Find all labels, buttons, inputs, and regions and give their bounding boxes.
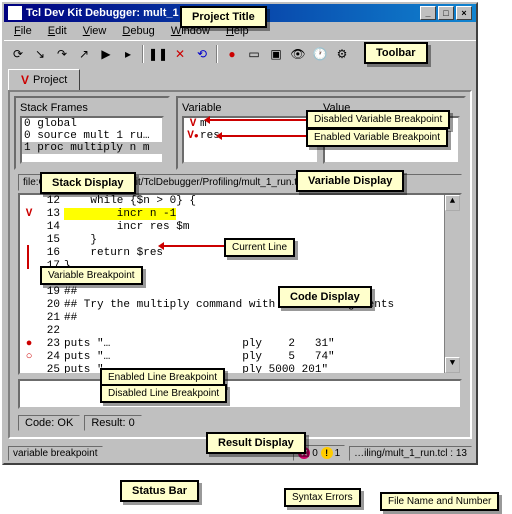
line-number: 12 xyxy=(38,195,60,208)
callout-disabled-vbp: Disabled Variable Breakpoint xyxy=(306,110,450,129)
history-icon[interactable]: 🕐 xyxy=(310,44,330,64)
arrow xyxy=(160,245,224,247)
line-number: 23 xyxy=(38,338,60,351)
vbp-disabled-icon: V xyxy=(186,118,200,130)
line-number: 24 xyxy=(38,351,60,364)
arrow-line xyxy=(27,245,29,269)
line-number: 20 xyxy=(38,299,60,312)
line-number: 14 xyxy=(38,221,60,234)
line-number: 21 xyxy=(38,312,60,325)
line-number: 22 xyxy=(38,325,60,338)
status-vbp: variable breakpoint xyxy=(8,446,103,461)
callout-current-line: Current Line xyxy=(224,238,295,257)
stack-row[interactable]: 0 source mult 1 ru… xyxy=(22,130,162,142)
menu-file[interactable]: File xyxy=(6,23,40,39)
code-line[interactable]: incr res $m xyxy=(64,221,444,234)
line-number: 15 xyxy=(38,234,60,247)
scroll-down-icon[interactable]: ▼ xyxy=(445,357,460,373)
code-line[interactable]: puts "… ply 2 31" xyxy=(64,338,444,351)
status-file: …iling/mult_1_run.tcl : 13 xyxy=(349,446,472,461)
line-number: 25 xyxy=(38,364,60,375)
status-result: Result: 0 xyxy=(84,415,141,431)
gutter-bp-disabled-icon[interactable]: ○ xyxy=(20,351,38,364)
callout-syntax-errors: Syntax Errors xyxy=(284,488,361,507)
stack-list[interactable]: 0 global 0 source mult 1 ru… 1 proc mult… xyxy=(20,116,164,164)
line-number: 13 xyxy=(38,208,60,221)
callout-variable-display: Variable Display xyxy=(296,170,404,192)
continue-icon[interactable]: ▸ xyxy=(118,44,138,64)
arrow xyxy=(206,119,306,121)
step-over-icon[interactable]: ↷ xyxy=(52,44,72,64)
scroll-up-icon[interactable]: ▲ xyxy=(445,195,460,211)
vbp-enabled-icon: V● xyxy=(186,130,200,142)
callout-enabled-vbp: Enabled Variable Breakpoint xyxy=(306,128,448,147)
step-into-icon[interactable]: ↘ xyxy=(30,44,50,64)
code-line[interactable]: incr n -1 xyxy=(64,208,444,221)
debugger-window: Tcl Dev Kit Debugger: mult_1 _ □ × File … xyxy=(2,2,478,465)
var-header: Variable xyxy=(182,102,319,114)
run-to-icon[interactable]: ▶ xyxy=(96,44,116,64)
callout-file-line: File Name and Number xyxy=(380,492,499,511)
callout-vbp: Variable Breakpoint xyxy=(40,266,143,285)
minimize-button[interactable]: _ xyxy=(420,6,436,20)
step-out-icon[interactable]: ↗ xyxy=(74,44,94,64)
code-line[interactable]: ## xyxy=(64,312,444,325)
status-code: Code: OK xyxy=(18,415,80,431)
vscrollbar[interactable]: ▲ ▼ xyxy=(444,195,460,373)
callout-stack-display: Stack Display xyxy=(40,172,136,194)
maximize-button[interactable]: □ xyxy=(438,6,454,20)
stack-row[interactable]: 1 proc multiply n m xyxy=(22,142,162,154)
gutter-vbp-icon[interactable]: V xyxy=(20,208,38,221)
stack-row[interactable]: 0 global xyxy=(22,118,162,130)
code-line[interactable]: puts "… ply 5 74" xyxy=(64,351,444,364)
tab-label: Project xyxy=(33,74,67,86)
code-line[interactable]: ## xyxy=(64,286,444,299)
watch-icon[interactable]: 👁 xyxy=(288,44,308,64)
record-icon[interactable]: ● xyxy=(222,44,242,64)
menu-edit[interactable]: Edit xyxy=(40,23,75,39)
tab-strip: V Project xyxy=(4,67,476,90)
arrow xyxy=(218,135,306,137)
gutter[interactable]: V ●○ xyxy=(20,195,38,373)
pause-icon[interactable]: ❚❚ xyxy=(148,44,168,64)
restart-icon[interactable]: ⟲ xyxy=(192,44,212,64)
menu-view[interactable]: View xyxy=(75,23,115,39)
callout-disabled-lbp: Disabled Line Breakpoint xyxy=(100,384,227,403)
status-row: Code: OK Result: 0 xyxy=(14,413,466,433)
gear-icon[interactable]: ⚙ xyxy=(332,44,352,64)
stack-header: Stack Frames xyxy=(20,102,164,114)
line-number: 16 xyxy=(38,247,60,260)
menu-debug[interactable]: Debug xyxy=(114,23,162,39)
callout-code-display: Code Display xyxy=(278,286,372,308)
callout-status-bar: Status Bar xyxy=(120,480,199,502)
app-icon xyxy=(8,6,22,20)
warning-icon: ! xyxy=(321,447,333,459)
stack-pane: Stack Frames 0 global 0 source mult 1 ru… xyxy=(14,96,170,170)
gutter-bp-enabled-icon[interactable]: ● xyxy=(20,338,38,351)
callout-project-title: Project Title xyxy=(180,6,267,28)
code-line[interactable]: ## Try the multiply command with various… xyxy=(64,299,444,312)
code-line[interactable]: while {$n > 0} { xyxy=(64,195,444,208)
code-line[interactable] xyxy=(64,325,444,338)
callout-result-display: Result Display xyxy=(206,432,306,454)
feather-icon: V xyxy=(21,73,29,87)
callout-toolbar: Toolbar xyxy=(364,42,428,64)
close-button[interactable]: × xyxy=(456,6,472,20)
tab-project[interactable]: V Project xyxy=(8,69,80,90)
line-number: 19 xyxy=(38,286,60,299)
bp-list-icon[interactable]: ▣ xyxy=(266,44,286,64)
bookmark-icon[interactable]: ▭ xyxy=(244,44,264,64)
result-area xyxy=(18,379,462,409)
refresh-icon[interactable]: ⟳ xyxy=(8,44,28,64)
stop-icon[interactable]: ✕ xyxy=(170,44,190,64)
